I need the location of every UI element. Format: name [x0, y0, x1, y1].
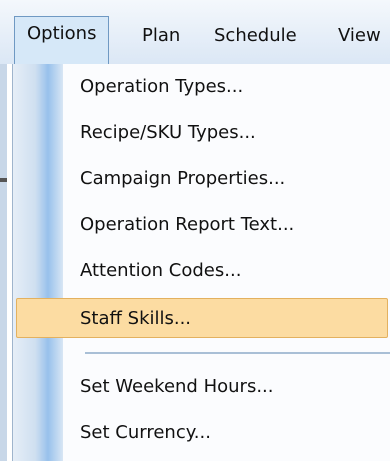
menu-item-label: Staff Skills...	[80, 308, 192, 329]
menu-bar: Options Plan Schedule View	[0, 0, 390, 64]
menu-item-label: Recipe/SKU Types...	[80, 122, 256, 143]
menu-item-campaign-properties[interactable]: Campaign Properties...	[13, 156, 390, 202]
menu-schedule[interactable]: Schedule	[214, 20, 297, 52]
menu-plan[interactable]: Plan	[142, 20, 180, 52]
menu-item-set-currency[interactable]: Set Currency...	[13, 410, 390, 456]
options-dropdown-menu: Operation Types... Recipe/SKU Types... C…	[12, 64, 390, 461]
menu-item-highlight	[16, 298, 388, 338]
menu-item-label: Operation Report Text...	[80, 214, 295, 235]
menu-item-staff-skills[interactable]: Staff Skills...	[13, 296, 390, 342]
menu-item-label: Set Weekend Hours...	[80, 376, 274, 397]
menu-view[interactable]: View	[338, 20, 381, 52]
menu-options[interactable]: Options	[14, 16, 110, 64]
menu-item-set-weekend-hours[interactable]: Set Weekend Hours...	[13, 364, 390, 410]
edge-mark	[0, 178, 7, 182]
menu-item-attention-codes[interactable]: Attention Codes...	[13, 248, 390, 294]
window-edge	[0, 64, 7, 461]
menu-item-label: Operation Types...	[80, 76, 244, 97]
menu-item-label: Set Currency...	[80, 422, 211, 443]
menu-item-operation-types[interactable]: Operation Types...	[13, 64, 390, 110]
menu-item-operation-report-text[interactable]: Operation Report Text...	[13, 202, 390, 248]
menu-item-label: Campaign Properties...	[80, 168, 286, 189]
menu-item-recipe-sku-types[interactable]: Recipe/SKU Types...	[13, 110, 390, 156]
menu-item-label: Attention Codes...	[80, 260, 242, 281]
menu-separator	[85, 352, 390, 354]
